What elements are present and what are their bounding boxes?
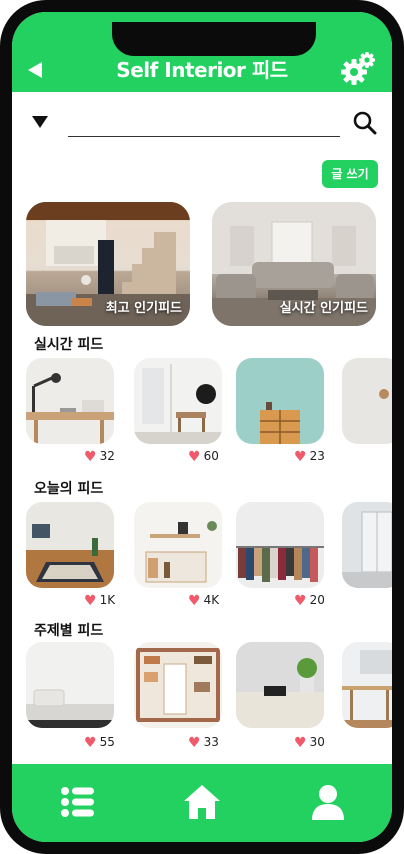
- top-popular-feed-card[interactable]: 최고 인기피드: [26, 202, 190, 326]
- section-title-topic: 주제별 피드: [34, 623, 104, 639]
- feed-thumb[interactable]: [134, 642, 222, 728]
- like-count: ♥ 55: [84, 735, 115, 751]
- like-count: ♥ 33: [188, 735, 219, 751]
- app-screen: Self Interior 피드 글 쓰기 최고 인기피드 실시간 인기피드 실…: [12, 12, 392, 842]
- like-count: ♥ 4K: [188, 593, 220, 609]
- feed-thumb[interactable]: [236, 502, 324, 588]
- feed-thumb[interactable]: [236, 358, 324, 444]
- feature-card-label: 실시간 인기피드: [279, 301, 368, 316]
- feed-thumb[interactable]: [26, 502, 114, 588]
- feature-card-label: 최고 인기피드: [105, 301, 182, 316]
- feed-thumb[interactable]: [236, 642, 324, 728]
- search-bar: [12, 104, 392, 144]
- realtime-popular-feed-card[interactable]: 실시간 인기피드: [212, 202, 376, 326]
- feed-thumb[interactable]: [26, 642, 114, 728]
- write-post-button[interactable]: 글 쓰기: [322, 160, 378, 188]
- heart-icon: ♥: [84, 449, 97, 465]
- heart-icon: ♥: [188, 449, 201, 465]
- feed-thumb[interactable]: [342, 502, 392, 588]
- heart-icon: ♥: [294, 449, 307, 465]
- like-count: ♥ 32: [84, 449, 115, 465]
- phone-notch: [112, 22, 316, 56]
- feed-thumb[interactable]: [342, 642, 392, 728]
- heart-icon: ♥: [84, 735, 97, 751]
- heart-icon: ♥: [188, 735, 201, 751]
- like-count: ♥ 30: [294, 735, 325, 751]
- feed-thumb[interactable]: [134, 358, 222, 444]
- bottom-navigation: [12, 764, 392, 842]
- heart-icon: ♥: [84, 593, 97, 609]
- profile-icon[interactable]: [308, 782, 348, 822]
- feed-thumb[interactable]: [134, 502, 222, 588]
- list-icon[interactable]: [58, 782, 98, 822]
- phone-frame: Self Interior 피드 글 쓰기 최고 인기피드 실시간 인기피드 실…: [0, 0, 404, 854]
- feed-thumb[interactable]: [342, 358, 392, 444]
- section-title-today: 오늘의 피드: [34, 481, 104, 497]
- section-title-realtime: 실시간 피드: [34, 337, 104, 353]
- like-count: ♥ 20: [294, 593, 325, 609]
- like-count: ♥ 23: [294, 449, 325, 465]
- gear-icon[interactable]: [338, 48, 378, 88]
- like-count: ♥ 60: [188, 449, 219, 465]
- heart-icon: ♥: [294, 735, 307, 751]
- dropdown-triangle-icon[interactable]: [32, 116, 48, 128]
- home-icon[interactable]: [182, 782, 222, 822]
- page-title: Self Interior 피드: [116, 58, 288, 82]
- like-count: ♥ 1K: [84, 593, 116, 609]
- search-input[interactable]: [68, 110, 340, 137]
- search-icon[interactable]: [352, 110, 378, 136]
- feed-thumb[interactable]: [26, 358, 114, 444]
- heart-icon: ♥: [188, 593, 201, 609]
- heart-icon: ♥: [294, 593, 307, 609]
